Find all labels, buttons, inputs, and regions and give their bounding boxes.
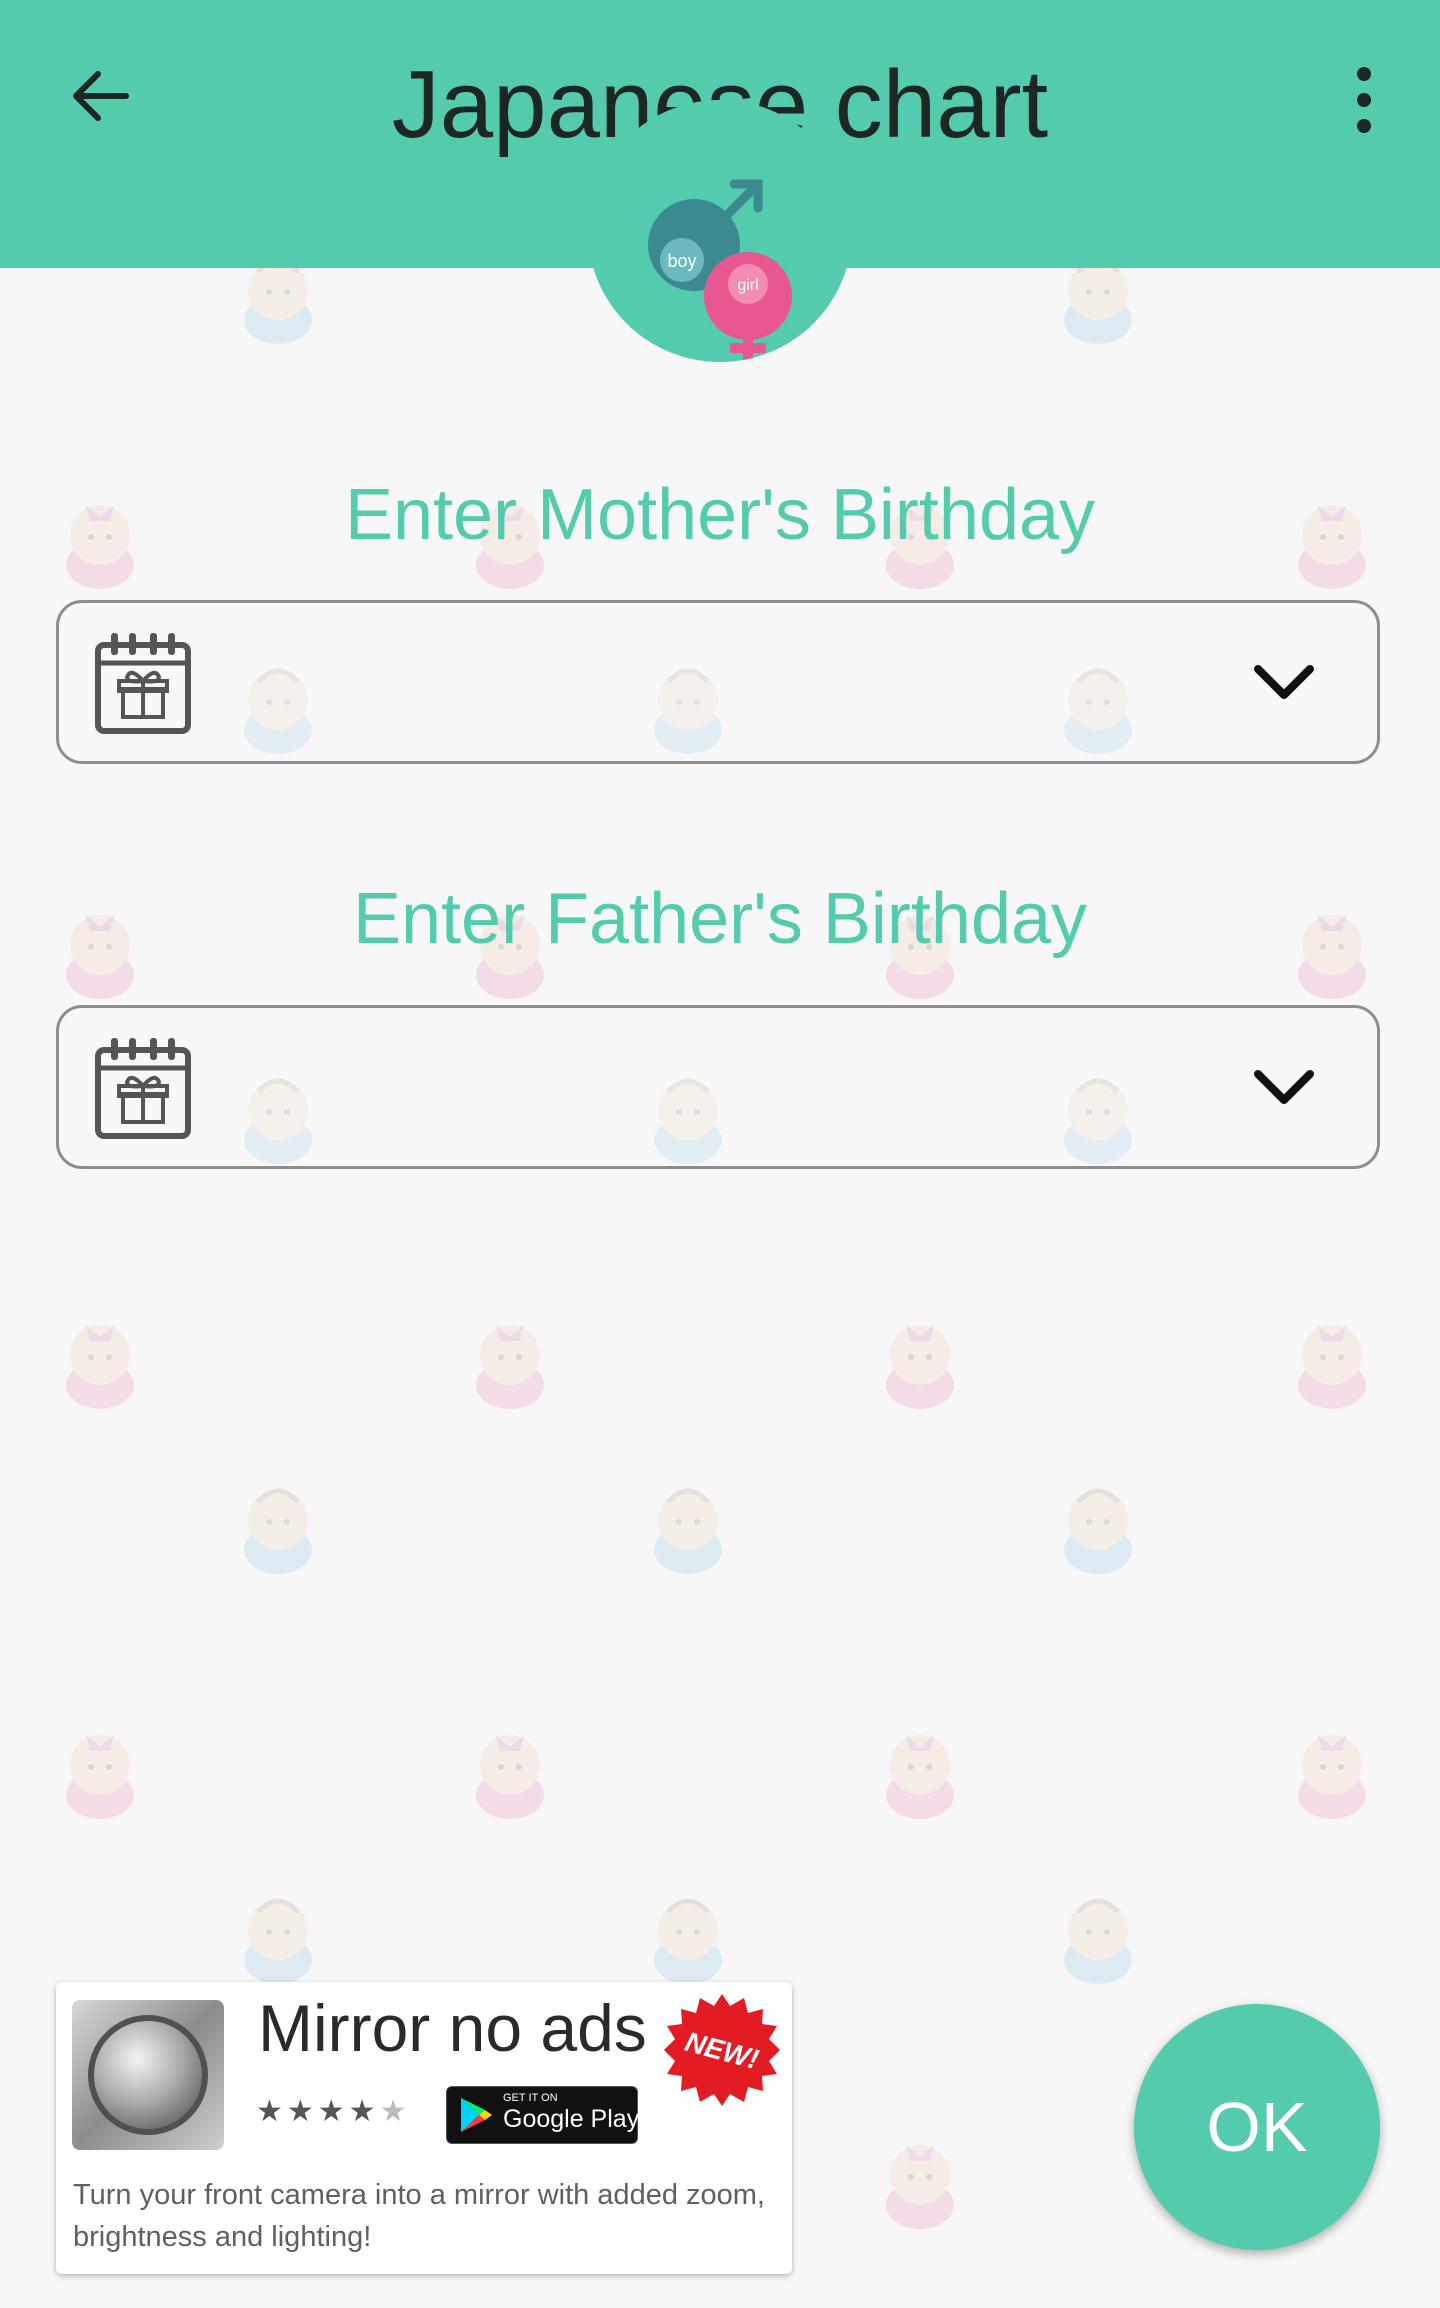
mother-birthday-label: Enter Mother's Birthday: [344, 475, 1096, 555]
girl-label: girl: [737, 277, 758, 294]
more-vert-icon: [1357, 67, 1371, 133]
rating-star-empty: ★: [379, 2095, 411, 2128]
google-play-small-text: GET IT ON: [503, 2092, 558, 2104]
father-birthday-field[interactable]: [56, 1005, 1380, 1169]
google-play-icon: [461, 2098, 492, 2132]
ad-rating: ★★★★★: [256, 2094, 410, 2129]
calendar-gift-icon: [95, 1038, 191, 1139]
gender-symbols-icon: boy girl: [648, 179, 792, 362]
google-play-badge[interactable]: GET IT ON Google Play: [446, 2086, 640, 2144]
boy-label: boy: [667, 251, 696, 271]
google-play-text: Google Play: [503, 2105, 640, 2133]
chevron-down-icon[interactable]: [1253, 1066, 1315, 1110]
calendar-gift-icon: [95, 633, 191, 734]
mother-birthday-field[interactable]: [56, 600, 1380, 764]
ok-button[interactable]: OK: [1134, 2004, 1380, 2250]
arrow-left-icon: [73, 71, 129, 121]
mirror-app-icon: [72, 2000, 224, 2150]
rating-stars-filled: ★★★★: [256, 2095, 380, 2128]
father-birthday-label: Enter Father's Birthday: [352, 879, 1088, 959]
overflow-menu-button[interactable]: [1320, 48, 1408, 152]
ad-title: Mirror no ads: [258, 1991, 647, 2065]
gender-logo-badge: boy girl: [588, 100, 852, 362]
ad-banner[interactable]: Mirror no ads NEW! ★★★★★ GET IT ON Googl…: [56, 1982, 792, 2274]
chevron-down-icon[interactable]: [1253, 661, 1315, 705]
ad-description: Turn your front camera into a mirror wit…: [73, 2179, 765, 2253]
new-badge: NEW!: [664, 1994, 780, 2106]
back-button[interactable]: [52, 48, 148, 144]
